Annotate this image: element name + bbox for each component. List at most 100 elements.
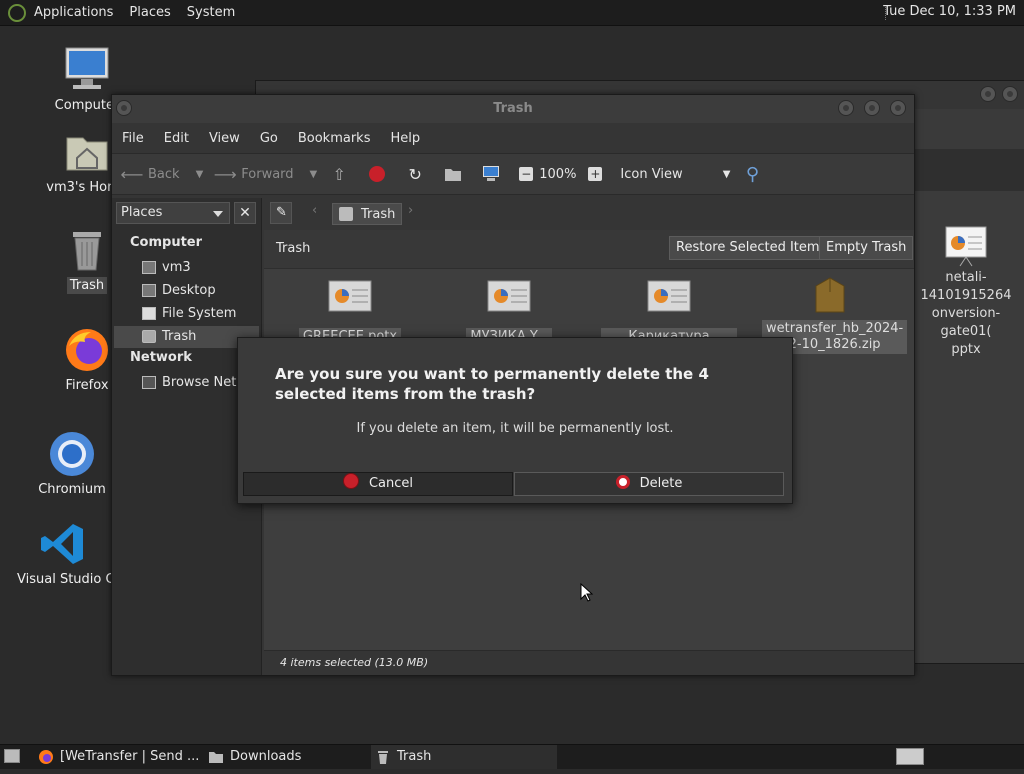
stop-button[interactable] [361,164,399,184]
empty-trash-button[interactable]: Empty Trash [819,236,914,260]
forward-button[interactable]: ⟶ Forward ▼ [209,164,323,184]
minimize-icon[interactable] [980,86,996,102]
applications-menu[interactable]: Applications [26,5,121,20]
menu-go[interactable]: Go [250,131,288,146]
sidebar-item-label: Browse Net... [162,375,249,390]
clock[interactable]: Tue Dec 10, 1:33 PM [883,4,1016,19]
delete-button[interactable]: Delete [514,472,784,496]
close-icon: ✕ [239,205,251,221]
chevron-down-icon [213,211,223,217]
cancel-button[interactable]: Cancel [243,472,513,496]
presentation-icon [647,280,691,320]
menu-view[interactable]: View [199,131,250,146]
distro-logo-icon[interactable] [8,3,26,22]
zoom-out-button[interactable]: −100% [513,167,582,182]
vscode-icon [39,520,87,568]
infobar-title: Trash [276,241,311,256]
edit-location-button[interactable]: ✎ [270,202,292,224]
archive-icon [808,276,852,316]
file-name-line: onversion-gate01( [931,306,1001,339]
zoom-in-button[interactable]: + [582,167,614,181]
taskbar-item-label: Downloads [230,749,302,764]
file-name-line: netali-14101915264 [920,270,1012,303]
home-button[interactable] [437,164,475,184]
menu-file[interactable]: File [112,131,154,146]
sidebar-item-vm3[interactable]: vm3 [114,257,259,279]
back-history-arrow-icon[interactable]: ▼ [196,169,204,180]
places-menu[interactable]: Places [121,5,178,20]
trash-icon [63,226,111,274]
desktop-icon-label: Trash [66,277,108,294]
reload-button[interactable]: ↻ [399,164,437,184]
restore-selected-button[interactable]: Restore Selected Items [669,236,834,260]
file-name-line: wetransfer_hb_2024- [766,321,904,336]
show-desktop-icon[interactable] [4,749,20,763]
firefox-icon [38,749,54,765]
trash-icon [375,749,391,765]
sidebar-item-desktop[interactable]: Desktop [114,280,259,302]
sidebar-item-label: Desktop [162,283,216,298]
path-bar: ✎ ‹ Trash › [264,198,914,228]
computer-button[interactable] [475,164,513,184]
desktop-icon-vscode[interactable]: Visual Studio Code [14,520,111,588]
file-name-line: pptx [951,342,981,357]
places-combo[interactable]: Places [116,202,230,224]
up-button[interactable]: ⇧ [323,164,361,184]
view-mode-select[interactable]: Icon View ▼ [614,167,736,182]
minimize-icon[interactable] [838,100,854,116]
crumb-left-arrow-icon[interactable]: ‹ [312,203,317,218]
menu-edit[interactable]: Edit [154,131,199,146]
dialog-message: If you delete an item, it will be perman… [356,421,674,436]
zoom-out-icon: − [519,167,534,181]
window-menu-icon[interactable] [116,100,132,116]
background-file-item[interactable]: netali-14101915264 onversion-gate01( ppt… [908,225,1024,359]
taskbar-item-label: Trash [397,749,432,764]
view-mode-label: Icon View [620,166,683,182]
crumb-trash[interactable]: Trash [332,203,403,225]
home-folder-icon [142,261,156,274]
network-icon [142,376,156,389]
taskbar-item-wetransfer[interactable]: [WeTransfer | Send ... [34,745,226,769]
window-titlebar[interactable]: Trash [112,95,914,123]
computer-icon [63,46,111,94]
desktop-icon-label: Chromium [38,482,106,497]
firefox-icon [63,326,111,374]
folder-icon [208,749,224,765]
home-folder-icon [63,128,111,176]
mouse-cursor-icon [580,582,594,607]
desktop-icon-label: Visual Studio Code [17,572,111,587]
workspace-switcher[interactable] [896,748,924,765]
delete-confirm-dialog: Are you sure you want to permanently del… [237,337,793,504]
sidebar-item-label: File System [162,306,237,321]
delete-icon [615,475,630,489]
close-sidebar-button[interactable]: ✕ [234,202,256,224]
system-menu[interactable]: System [179,5,243,20]
maximize-icon[interactable] [864,100,880,116]
trash-icon [339,207,353,221]
close-icon[interactable] [890,100,906,116]
sidebar-item-file-system[interactable]: File System [114,303,259,325]
trash-infobar: Trash Restore Selected Items Empty Trash [264,230,914,269]
places-combo-label: Places [121,205,163,220]
menu-help[interactable]: Help [380,131,430,146]
taskbar-item-trash[interactable]: Trash [371,745,557,769]
back-button[interactable]: ⟵ Back ▼ [112,164,209,184]
taskbar-item-downloads[interactable]: Downloads [204,745,390,769]
menu-bookmarks[interactable]: Bookmarks [288,131,381,146]
cancel-label: Cancel [368,476,414,491]
maximize-icon[interactable] [1002,86,1018,102]
dialog-question: Are you sure you want to permanently del… [275,365,709,403]
crumb-right-arrow-icon[interactable]: › [408,203,413,218]
presentation-icon [487,280,531,320]
delete-label: Delete [639,476,683,491]
desktop-icon-chromium[interactable]: Chromium [22,430,122,498]
zoom-in-icon: + [588,167,603,181]
home-icon [443,164,463,184]
chevron-down-icon: ▼ [722,168,731,180]
sidebar-item-label: Trash [162,329,197,344]
forward-history-arrow-icon[interactable]: ▼ [310,169,318,180]
up-arrow-icon: ⇧ [332,164,346,184]
search-button[interactable]: ⚲ [736,164,774,185]
pencil-icon: ✎ [276,205,287,220]
toolbar: ⟵ Back ▼ ⟶ Forward ▼ ⇧ ↻ −100% + Icon Vi… [112,153,914,195]
